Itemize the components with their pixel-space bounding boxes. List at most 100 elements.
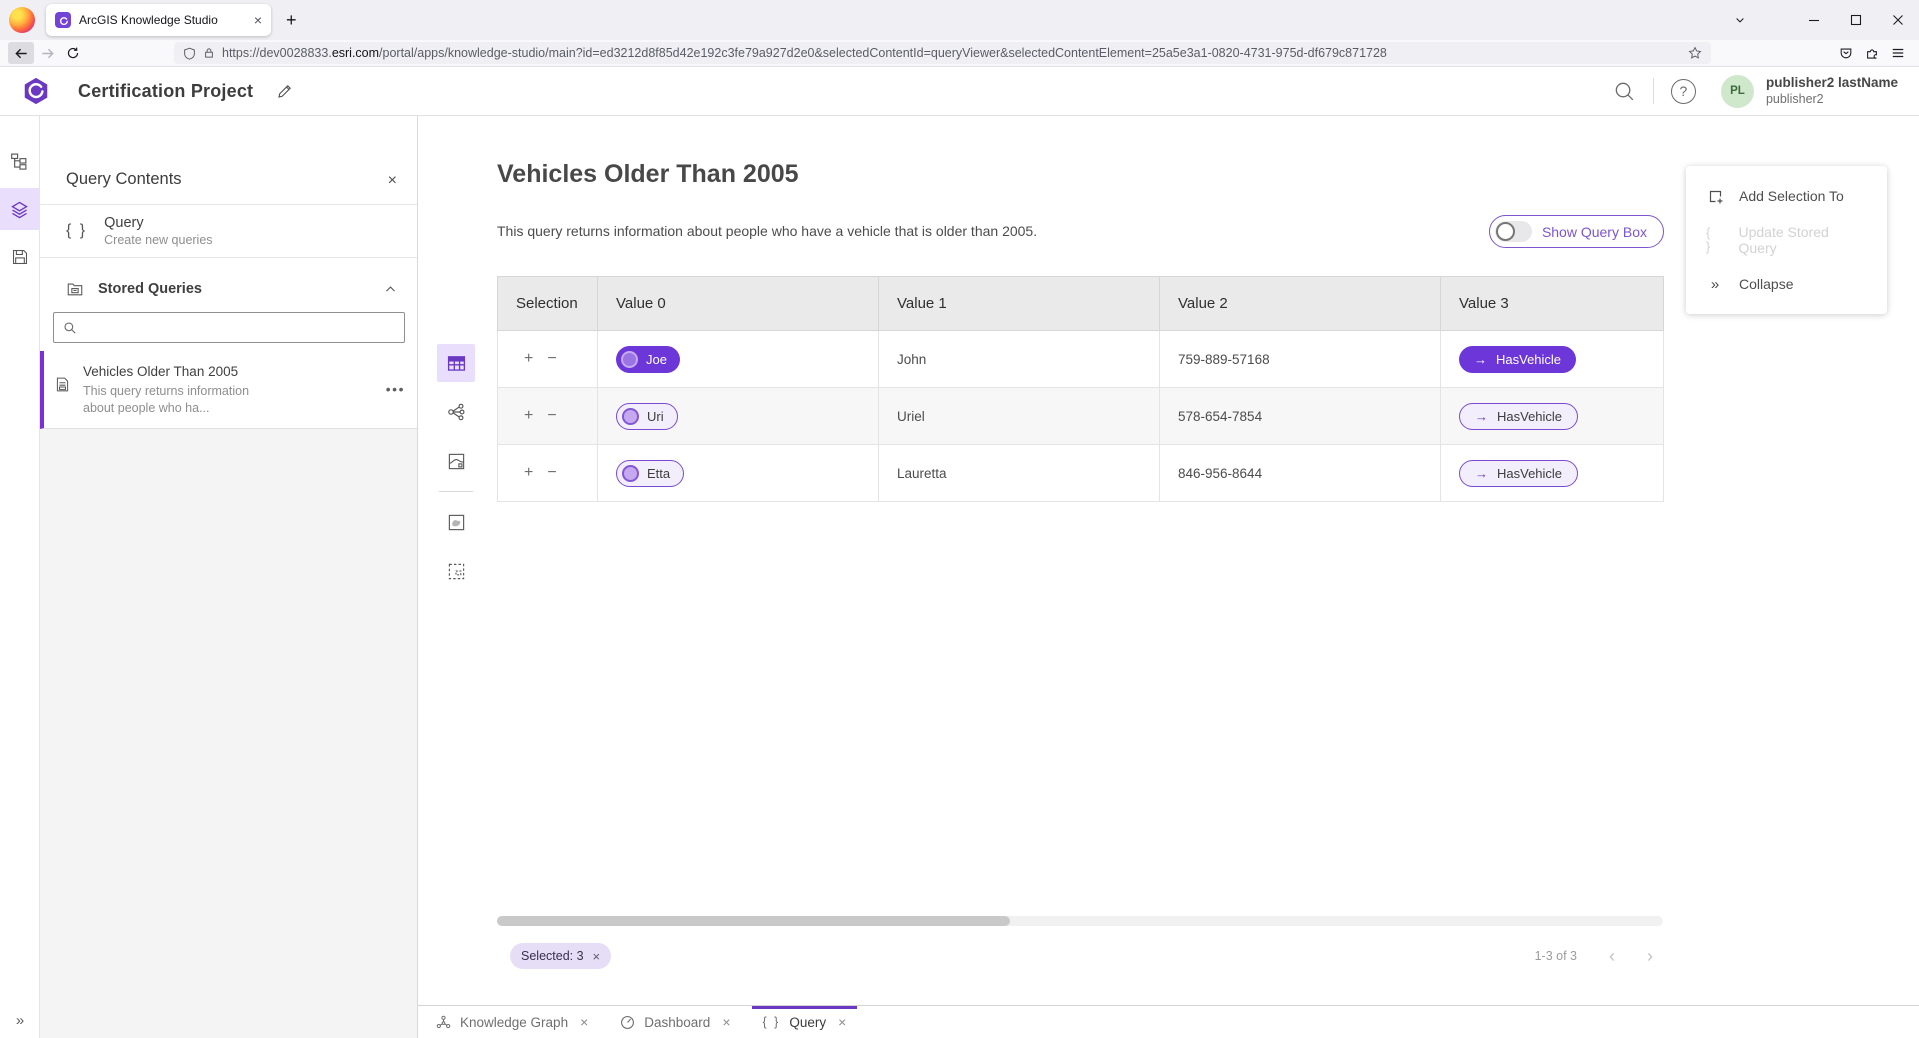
back-button[interactable] <box>8 42 34 64</box>
user-role: publisher2 <box>1766 92 1898 108</box>
previous-page-chevron-icon[interactable]: ‹ <box>1609 947 1615 965</box>
tab-close-icon[interactable]: × <box>254 13 262 27</box>
table-footer: Selected: 3 × 1-3 of 3 ‹ › <box>497 943 1663 969</box>
selected-count-chip[interactable]: Selected: 3 × <box>510 943 611 969</box>
collapse-icon: » <box>1706 276 1724 293</box>
knowledge-studio-logo-icon <box>21 76 51 106</box>
arrow-right-icon: → <box>1475 410 1488 423</box>
tab-label: Dashboard <box>644 1015 710 1030</box>
toolbar-divider <box>439 491 473 492</box>
next-page-chevron-icon[interactable]: › <box>1647 947 1653 965</box>
value-cell: 578-654-7854 <box>1160 388 1441 445</box>
tab-query[interactable]: { }Query× <box>747 1006 863 1038</box>
overview-button[interactable] <box>437 503 475 541</box>
rail-save-button[interactable] <box>0 236 40 278</box>
table-view-button[interactable] <box>437 344 475 382</box>
new-tab-button[interactable]: + <box>286 10 297 31</box>
stored-queries-header[interactable]: Stored Queries <box>40 272 417 306</box>
entity-cell: Etta <box>598 445 879 502</box>
add-to-selection-button[interactable]: + <box>524 407 533 425</box>
tab-close-icon[interactable]: × <box>580 1015 588 1029</box>
stored-query-description: This query returns information about peo… <box>83 383 278 417</box>
selection-cell: +− <box>498 445 598 502</box>
selection-cell: +− <box>498 388 598 445</box>
selection-cell: +− <box>498 331 598 388</box>
menu-item-add-selection-to[interactable]: Add Selection To <box>1686 174 1887 218</box>
edit-title-pencil-icon[interactable] <box>276 83 293 100</box>
firefox-logo-icon[interactable] <box>9 7 35 33</box>
show-query-box-toggle[interactable]: Show Query Box <box>1489 215 1664 248</box>
query-item-title: Query <box>104 215 212 231</box>
rail-contents-button[interactable] <box>0 188 40 230</box>
lock-icon[interactable] <box>203 47 215 59</box>
entity-pill[interactable]: Etta <box>616 460 684 487</box>
relationship-pill[interactable]: →HasVehicle <box>1459 403 1578 430</box>
link-chart-view-button[interactable] <box>437 393 475 431</box>
horizontal-scrollbar <box>497 916 1663 926</box>
value-cell: 846-956-8644 <box>1160 445 1441 502</box>
stored-queries-search <box>53 312 405 343</box>
window-close-button[interactable] <box>1877 0 1919 40</box>
list-tabs-chevron-icon[interactable] <box>1723 0 1757 40</box>
save-to-pocket-icon[interactable] <box>1833 42 1859 64</box>
overview-image-icon <box>447 513 466 532</box>
stored-query-options-ellipsis-icon[interactable]: ••• <box>386 381 405 397</box>
marquee-select-icon <box>447 562 466 581</box>
network-icon <box>436 1015 451 1030</box>
scrollbar-thumb[interactable] <box>497 916 1010 926</box>
hamburger-menu-icon[interactable] <box>1885 42 1911 64</box>
stored-queries-search-input[interactable] <box>84 320 395 335</box>
selection-tool-button[interactable] <box>437 552 475 590</box>
entity-label: Uri <box>647 409 664 424</box>
app-body: » Query Contents × { } Query Create new … <box>0 116 1919 1038</box>
add-to-selection-button[interactable]: + <box>524 464 533 482</box>
tab-knowledge-graph[interactable]: Knowledge Graph× <box>420 1006 604 1038</box>
query-viewer: Vehicles Older Than 2005 This query retu… <box>418 116 1919 1005</box>
window-minimize-button[interactable] <box>1793 0 1835 40</box>
avatar[interactable]: PL <box>1721 75 1754 108</box>
toggle-knob <box>1496 222 1515 241</box>
panel-close-icon[interactable]: × <box>388 173 397 189</box>
collapse-section-chevron-up-icon[interactable] <box>384 283 397 296</box>
window-maximize-button[interactable] <box>1835 0 1877 40</box>
toggle-switch[interactable] <box>1495 221 1532 242</box>
arrow-right-icon: → <box>1474 353 1487 366</box>
tab-close-icon[interactable]: × <box>838 1015 846 1029</box>
relationship-pill[interactable]: →HasVehicle <box>1459 460 1578 487</box>
bookmark-star-icon[interactable] <box>1688 46 1702 60</box>
table-icon <box>446 353 467 374</box>
entity-label: Joe <box>646 352 667 367</box>
remove-from-selection-button[interactable]: − <box>547 350 556 368</box>
value-cell: Uriel <box>879 388 1160 445</box>
relationship-label: HasVehicle <box>1497 466 1562 481</box>
query-create-item[interactable]: { } Query Create new queries <box>40 205 417 258</box>
forward-button[interactable] <box>34 42 60 64</box>
extensions-puzzle-icon[interactable] <box>1859 42 1885 64</box>
browser-tab[interactable]: ArcGIS Knowledge Studio × <box>46 4 271 36</box>
menu-item-label: Collapse <box>1739 276 1793 292</box>
rail-data-model-button[interactable] <box>0 140 40 182</box>
expand-rail-chevrons-icon[interactable]: » <box>0 1012 40 1029</box>
remove-from-selection-button[interactable]: − <box>547 407 556 425</box>
stored-query-item[interactable]: Vehicles Older Than 2005 This query retu… <box>40 351 417 429</box>
menu-item-collapse[interactable]: » Collapse <box>1686 262 1887 306</box>
map-view-button[interactable] <box>437 442 475 480</box>
braces-icon: { } <box>1706 226 1723 254</box>
entity-pill[interactable]: Joe <box>616 346 680 373</box>
panel-header: Query Contents × <box>40 116 417 205</box>
app-header: Certification Project PL publisher2 last… <box>0 67 1919 116</box>
add-to-selection-button[interactable]: + <box>524 350 533 368</box>
stored-queries-folder-icon <box>66 280 84 298</box>
value-cell: 759-889-57168 <box>1160 331 1441 388</box>
remove-from-selection-button[interactable]: − <box>547 464 556 482</box>
relationship-pill[interactable]: →HasVehicle <box>1459 346 1576 373</box>
reload-button[interactable] <box>60 42 86 64</box>
entity-pill[interactable]: Uri <box>616 403 678 430</box>
help-icon[interactable] <box>1671 79 1696 104</box>
tab-close-icon[interactable]: × <box>722 1015 730 1029</box>
search-icon[interactable] <box>1613 80 1636 103</box>
tracking-shield-icon[interactable] <box>183 47 196 60</box>
clear-selection-icon[interactable]: × <box>593 949 601 964</box>
url-bar[interactable]: https://dev0028833.esri.com/portal/apps/… <box>174 42 1711 64</box>
tab-dashboard[interactable]: Dashboard × <box>604 1006 746 1038</box>
